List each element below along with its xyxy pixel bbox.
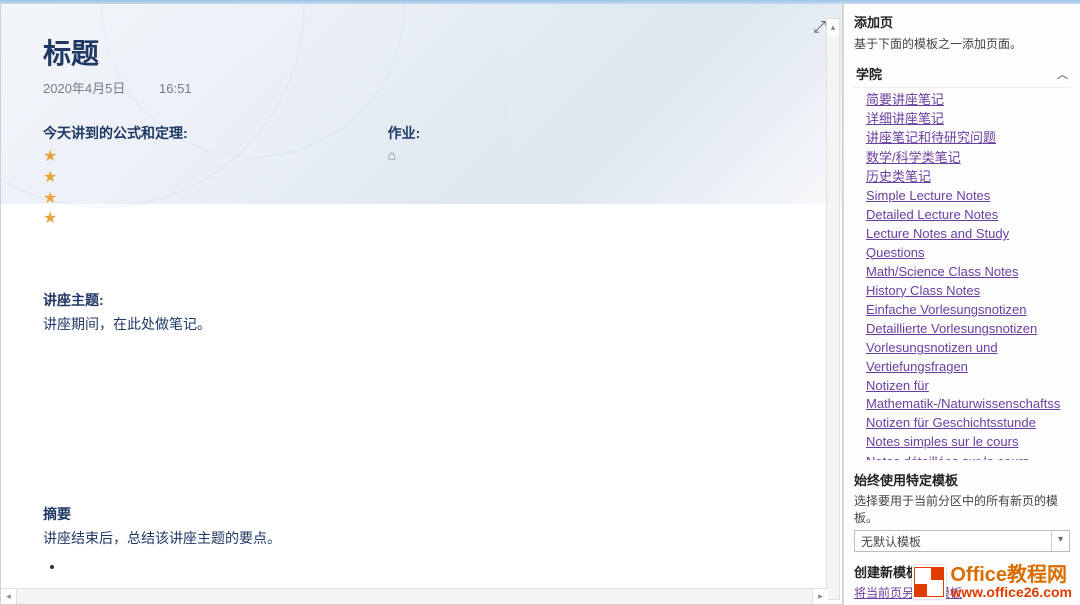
add-page-description: 基于下面的模板之一添加页面。 — [854, 35, 1070, 52]
template-link[interactable]: 讲座笔记和待研究问题 — [866, 129, 1070, 147]
template-link[interactable]: 数学/科学类笔记 — [866, 149, 1070, 167]
lecture-topic-body[interactable]: 讲座期间，在此处做笔记。 — [43, 314, 800, 334]
summary-body[interactable]: 讲座结束后，总结该讲座主题的要点。 — [43, 528, 800, 548]
note-canvas[interactable]: ⤢ ▴ ◂ ▸ 标题 2020年4月5日 16:51 今天讲到的公式和定理: ★… — [0, 4, 843, 605]
template-link[interactable]: Detailed Lecture Notes — [866, 206, 1070, 224]
category-header[interactable]: 学院 ︿ — [854, 60, 1070, 88]
template-link[interactable]: Notizen für Mathematik-/Naturwissenschaf… — [866, 377, 1070, 413]
save-as-template-link[interactable]: 将当前页另存为模板 — [854, 586, 962, 600]
template-link[interactable]: Detaillierte Vorlesungsnotizen — [866, 320, 1070, 338]
template-link[interactable]: Notizen für Geschichtsstunde — [866, 414, 1070, 432]
combo-value: 无默认模板 — [855, 531, 1051, 551]
lecture-topic-heading: 讲座主题: — [43, 290, 800, 310]
always-use-description: 选择要用于当前分区中的所有新页的模板。 — [854, 492, 1070, 526]
star-icon: ★ — [43, 189, 188, 210]
create-new-heading: 创建新模板 — [854, 562, 1070, 581]
star-list: ★ ★ ★ ★ — [43, 147, 188, 230]
scroll-right-arrow[interactable]: ▸ — [812, 589, 828, 604]
chevron-up-icon: ︿ — [1057, 66, 1068, 82]
always-use-heading: 始终使用特定模板 — [854, 470, 1070, 489]
star-icon: ★ — [43, 147, 188, 168]
lecture-topic-section[interactable]: 讲座主题: 讲座期间，在此处做笔记。 — [43, 290, 800, 334]
formulas-section[interactable]: 今天讲到的公式和定理: ★ ★ ★ ★ — [43, 123, 188, 230]
template-link[interactable]: Math/Science Class Notes — [866, 263, 1070, 281]
template-link[interactable]: Einfache Vorlesungsnotizen — [866, 301, 1070, 319]
date-time-row: 2020年4月5日 16:51 — [43, 78, 800, 97]
chevron-down-icon[interactable]: ▾ — [1051, 531, 1069, 551]
scroll-up-arrow[interactable]: ▴ — [827, 19, 839, 35]
date-text[interactable]: 2020年4月5日 — [43, 81, 125, 96]
add-page-heading: 添加页 — [854, 12, 1070, 31]
time-text[interactable]: 16:51 — [159, 81, 192, 96]
template-link[interactable]: Lecture Notes and Study Questions — [866, 225, 1070, 261]
template-link[interactable]: 历史类笔记 — [866, 168, 1070, 186]
home-icon: ⌂ — [388, 147, 421, 163]
horizontal-scrollbar[interactable]: ◂ ▸ — [1, 588, 828, 604]
template-link[interactable]: Simple Lecture Notes — [866, 187, 1070, 205]
star-icon: ★ — [43, 209, 188, 230]
page-title[interactable]: 标题 — [43, 32, 800, 72]
formulas-heading: 今天讲到的公式和定理: — [43, 123, 188, 143]
summary-heading: 摘要 — [43, 504, 800, 524]
homework-heading: 作业: — [388, 123, 421, 143]
template-link[interactable]: Notes détaillées sur le cours — [866, 453, 1070, 460]
hscroll-track[interactable] — [17, 589, 812, 604]
list-item[interactable] — [65, 554, 800, 580]
scroll-left-arrow[interactable]: ◂ — [1, 589, 17, 604]
template-link[interactable]: Vorlesungsnotizen und Vertiefungsfragen — [866, 339, 1070, 375]
expand-icon[interactable]: ⤢ — [813, 19, 826, 37]
vertical-scrollbar[interactable]: ▴ — [826, 18, 840, 600]
template-link[interactable]: History Class Notes — [866, 282, 1070, 300]
category-label: 学院 — [856, 64, 882, 83]
template-list[interactable]: 简要讲座笔记 详细讲座笔记 讲座笔记和待研究问题 数学/科学类笔记 历史类笔记 … — [854, 88, 1070, 460]
create-new-section: 创建新模板 将当前页另存为模板 — [854, 562, 1070, 601]
always-use-section: 始终使用特定模板 选择要用于当前分区中的所有新页的模板。 无默认模板 ▾ — [854, 470, 1070, 552]
template-link[interactable]: 简要讲座笔记 — [866, 91, 1070, 109]
templates-panel: 添加页 基于下面的模板之一添加页面。 学院 ︿ 简要讲座笔记 详细讲座笔记 讲座… — [843, 4, 1080, 605]
template-link[interactable]: 详细讲座笔记 — [866, 110, 1070, 128]
homework-section[interactable]: 作业: ⌂ — [388, 123, 421, 230]
star-icon: ★ — [43, 168, 188, 189]
template-link[interactable]: Notes simples sur le cours — [866, 433, 1070, 451]
default-template-select[interactable]: 无默认模板 ▾ — [854, 530, 1070, 552]
